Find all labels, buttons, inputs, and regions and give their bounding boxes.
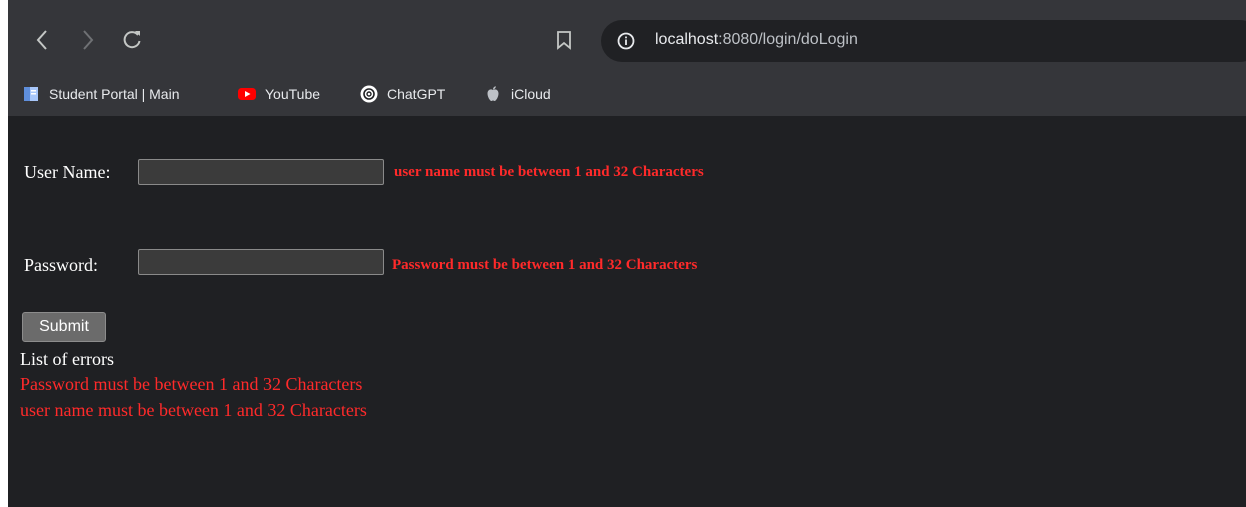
reload-button[interactable] — [118, 26, 146, 54]
bookmark-star-button[interactable] — [556, 30, 572, 50]
username-input[interactable] — [138, 159, 384, 185]
youtube-icon — [238, 88, 256, 100]
bookmark-icon — [557, 31, 571, 50]
bookmark-icloud[interactable]: iCloud — [484, 82, 551, 106]
bookmark-label: ChatGPT — [387, 86, 446, 102]
bookmark-youtube[interactable]: YouTube — [238, 82, 320, 106]
chevron-left-icon — [36, 30, 47, 50]
forward-button[interactable] — [74, 26, 102, 54]
browser-window: localhost:8080/login/doLogin Student Por… — [8, 0, 1246, 507]
bookmark-label: YouTube — [265, 86, 321, 102]
bookmark-chatgpt[interactable]: ChatGPT — [360, 82, 445, 106]
chevron-right-icon — [83, 30, 94, 50]
chatgpt-icon — [360, 85, 378, 103]
error-list-item: user name must be between 1 and 32 Chara… — [20, 400, 367, 420]
errors-title: List of errors — [20, 349, 114, 369]
username-error: user name must be between 1 and 32 Chara… — [394, 164, 704, 180]
submit-button[interactable]: Submit — [22, 312, 106, 342]
password-input[interactable] — [138, 249, 384, 275]
bookmark-label: iCloud — [511, 86, 551, 102]
password-label: Password: — [24, 255, 99, 275]
bookmark-student-portal[interactable]: Student Portal | Main — [22, 82, 179, 106]
bookmarks-bar: Student Portal | Main YouTube ChatGPT iC… — [8, 74, 1246, 116]
password-error: Password must be between 1 and 32 Charac… — [392, 257, 698, 273]
url-path: :8080/login/doLogin — [718, 31, 858, 48]
document-icon — [24, 87, 38, 101]
apple-icon — [487, 86, 499, 101]
back-button[interactable] — [28, 26, 56, 54]
reload-icon — [123, 31, 141, 49]
bookmark-label: Student Portal | Main — [49, 86, 180, 102]
page-content: User Name: user name must be between 1 a… — [8, 116, 1246, 507]
browser-toolbar: localhost:8080/login/doLogin — [8, 0, 1246, 74]
username-label: User Name: — [24, 162, 111, 182]
error-list-item: Password must be between 1 and 32 Charac… — [20, 374, 363, 394]
url-text[interactable]: localhost:8080/login/doLogin — [655, 31, 858, 49]
info-icon[interactable] — [617, 32, 635, 50]
address-bar[interactable]: localhost:8080/login/doLogin — [601, 20, 1246, 62]
url-host: localhost — [655, 31, 719, 48]
